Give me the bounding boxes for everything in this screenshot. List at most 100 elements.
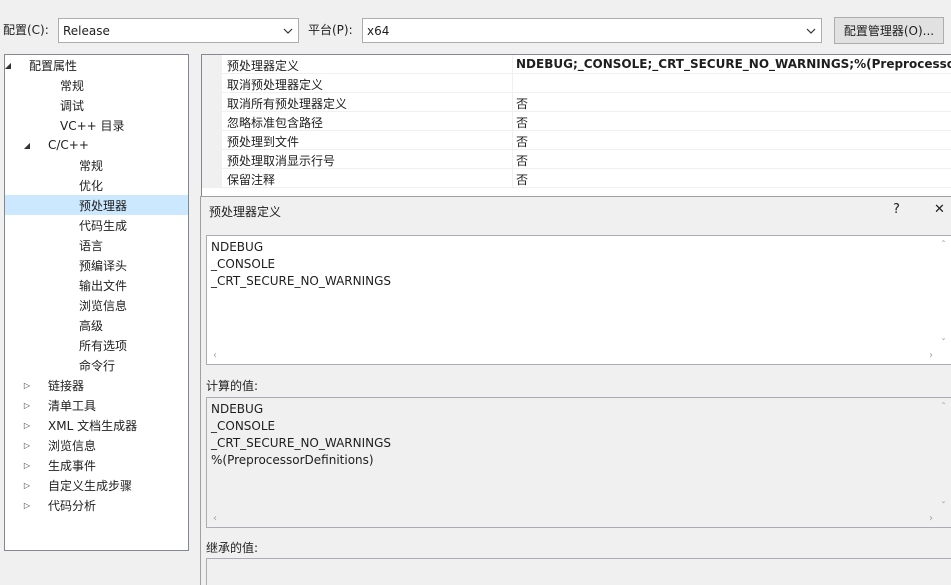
config-label: 配置(C): [3, 23, 49, 37]
definitions-textarea[interactable]: NDEBUG _CONSOLE _CRT_SECURE_NO_WARNINGS … [206, 235, 951, 365]
expanded-triangle-icon[interactable]: ◢ [22, 135, 32, 155]
vertical-scrollbar[interactable]: ˆ ˇ [939, 236, 951, 350]
property-row[interactable]: 预处理到文件 否 [202, 131, 951, 150]
tree-item-label: 清单工具 [48, 398, 97, 413]
tree-item[interactable]: 预处理器 [5, 195, 188, 215]
scroll-right-icon[interactable]: › [929, 513, 933, 525]
collapsed-triangle-icon[interactable]: ▷ [22, 375, 32, 395]
property-name: 保留注释 [227, 173, 276, 187]
property-row[interactable]: 忽略标准包含路径 否 [202, 112, 951, 131]
property-row[interactable]: 取消预处理器定义 [202, 74, 951, 93]
tree-item[interactable]: 输出文件 [5, 275, 188, 295]
tree-item[interactable]: ▷ XML 文档生成器 [5, 415, 188, 435]
scroll-down-icon[interactable]: ˇ [941, 338, 946, 350]
collapsed-triangle-icon[interactable]: ▷ [22, 455, 32, 475]
property-name: 忽略标准包含路径 [227, 116, 324, 130]
column-separator [512, 74, 513, 93]
vertical-scrollbar[interactable]: ˆ ˇ [939, 398, 951, 513]
row-gutter [202, 112, 222, 131]
property-name: 预处理到文件 [227, 135, 300, 149]
tree-item[interactable]: 优化 [5, 175, 188, 195]
property-grid: 预处理器定义 NDEBUG;_CONSOLE;_CRT_SECURE_NO_WAR… [201, 54, 951, 196]
scroll-down-icon[interactable]: ˇ [941, 501, 946, 513]
tree-item[interactable]: ▷ 清单工具 [5, 395, 188, 415]
property-value[interactable]: NDEBUG;_CONSOLE;_CRT_SECURE_NO_WARNINGS;… [516, 57, 951, 71]
tree-item-label: 调试 [60, 98, 85, 113]
property-name: 预处理器定义 [227, 59, 300, 73]
computed-values-box[interactable]: NDEBUG _CONSOLE _CRT_SECURE_NO_WARNINGS … [206, 397, 951, 528]
tree-item-label: 配置属性 [29, 58, 78, 73]
config-manager-button[interactable]: 配置管理器(O)... [834, 17, 944, 44]
tree-item[interactable]: ▷ 浏览信息 [5, 435, 188, 455]
tree-item[interactable]: ▷ 链接器 [5, 375, 188, 395]
tree-item[interactable]: ◢ 配置属性 [5, 55, 188, 75]
horizontal-scrollbar[interactable]: ‹ › [207, 350, 939, 364]
row-gutter [202, 131, 222, 150]
property-value[interactable]: 否 [516, 171, 528, 188]
collapsed-triangle-icon[interactable]: ▷ [22, 495, 32, 515]
tree-item[interactable]: 浏览信息 [5, 295, 188, 315]
column-separator [512, 93, 513, 112]
dialog-title: 预处理器定义 [209, 205, 282, 219]
property-value[interactable]: 否 [516, 95, 528, 112]
property-name: 预处理取消显示行号 [227, 154, 336, 168]
tree-item-label: 优化 [79, 178, 104, 193]
tree-item[interactable]: 高级 [5, 315, 188, 335]
tree-item-label: 命令行 [79, 358, 116, 373]
close-icon[interactable]: ✕ [934, 202, 945, 217]
column-separator [512, 55, 513, 74]
platform-label: 平台(P): [308, 23, 353, 37]
property-name: 取消预处理器定义 [227, 78, 324, 92]
tree-item[interactable]: 常规 [5, 75, 188, 95]
tree-item[interactable]: 语言 [5, 235, 188, 255]
property-value[interactable]: 否 [516, 152, 528, 169]
tree-item[interactable]: 预编译头 [5, 255, 188, 275]
horizontal-scrollbar[interactable]: ‹ › [207, 513, 939, 527]
tree-item[interactable]: 代码生成 [5, 215, 188, 235]
tree-item[interactable]: ▷ 生成事件 [5, 455, 188, 475]
config-dropdown[interactable]: Release [58, 18, 299, 43]
tree-item-label: 输出文件 [79, 278, 128, 293]
collapsed-triangle-icon[interactable]: ▷ [22, 435, 32, 455]
collapsed-triangle-icon[interactable]: ▷ [22, 415, 32, 435]
property-value[interactable]: 否 [516, 133, 528, 150]
tree-item[interactable]: VC++ 目录 [5, 115, 188, 135]
row-gutter [202, 169, 222, 188]
inherited-values-box[interactable] [206, 558, 951, 585]
row-gutter [202, 74, 222, 93]
tree-item[interactable]: 调试 [5, 95, 188, 115]
property-name: 取消所有预处理器定义 [227, 97, 348, 111]
chevron-down-icon [278, 19, 298, 42]
tree-item-label: 预处理器 [79, 198, 128, 213]
column-separator [512, 150, 513, 169]
scroll-up-icon[interactable]: ˆ [941, 240, 946, 252]
property-row[interactable]: 预处理器定义 NDEBUG;_CONSOLE;_CRT_SECURE_NO_WAR… [202, 55, 951, 74]
help-icon[interactable]: ? [893, 202, 900, 217]
tree-item-label: C/C++ [48, 138, 89, 152]
tree-item[interactable]: 命令行 [5, 355, 188, 375]
tree-item-label: 自定义生成步骤 [48, 478, 133, 493]
tree-item[interactable]: 常规 [5, 155, 188, 175]
tree-item[interactable]: ▷ 代码分析 [5, 495, 188, 515]
scroll-up-icon[interactable]: ˆ [941, 402, 946, 414]
scroll-right-icon[interactable]: › [929, 350, 933, 362]
computed-values-text: NDEBUG _CONSOLE _CRT_SECURE_NO_WARNINGS … [211, 402, 392, 467]
tree-item[interactable]: ◢ C/C++ [5, 135, 188, 155]
property-value[interactable]: 否 [516, 114, 528, 131]
tree-item[interactable]: 所有选项 [5, 335, 188, 355]
scroll-left-icon[interactable]: ‹ [213, 350, 217, 362]
collapsed-triangle-icon[interactable]: ▷ [22, 475, 32, 495]
tree-item[interactable]: ▷ 自定义生成步骤 [5, 475, 188, 495]
property-row[interactable]: 取消所有预处理器定义 否 [202, 93, 951, 112]
definitions-text[interactable]: NDEBUG _CONSOLE _CRT_SECURE_NO_WARNINGS [211, 239, 391, 290]
property-row[interactable]: 预处理取消显示行号 否 [202, 150, 951, 169]
expanded-triangle-icon[interactable]: ◢ [5, 55, 13, 75]
platform-dropdown[interactable]: x64 [362, 18, 822, 43]
tree-item-label: 浏览信息 [48, 438, 97, 453]
property-row[interactable]: 保留注释 否 [202, 169, 951, 188]
tree-item-label: 代码分析 [48, 498, 97, 513]
computed-values-label: 计算的值: [206, 379, 259, 393]
row-gutter [202, 55, 222, 74]
collapsed-triangle-icon[interactable]: ▷ [22, 395, 32, 415]
scroll-left-icon[interactable]: ‹ [213, 513, 217, 525]
